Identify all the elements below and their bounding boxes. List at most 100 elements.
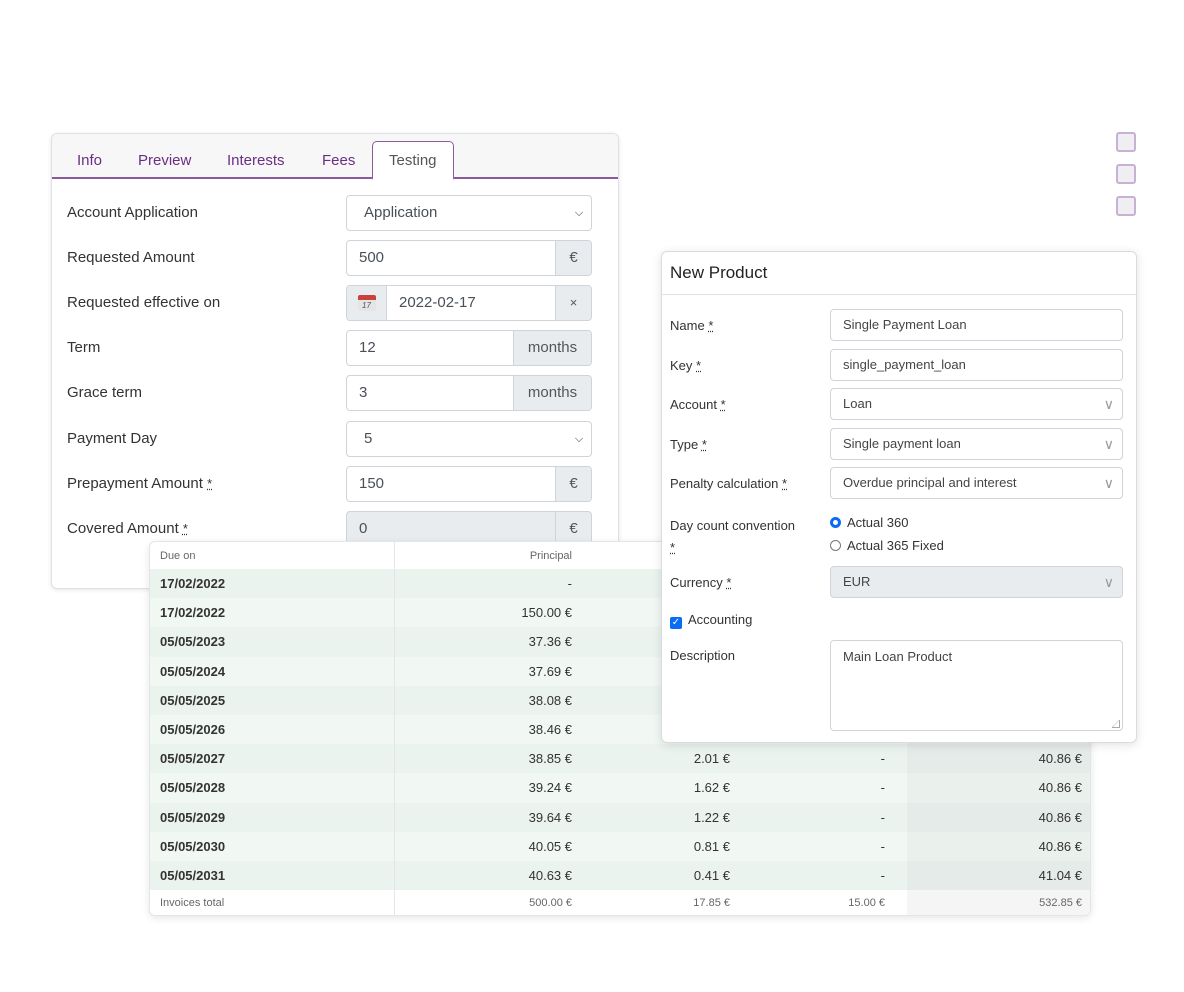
description-textarea[interactable]: Main Loan Product xyxy=(830,640,1123,731)
type-label: Type * xyxy=(670,437,707,452)
term-label: Term xyxy=(67,339,101,356)
cell-fees: - xyxy=(752,744,907,774)
cell-due-on: 05/05/2023 xyxy=(150,627,394,657)
cell-interest: 2.01 € xyxy=(594,744,752,774)
cell-due-on: 17/02/2022 xyxy=(150,569,394,599)
account-application-value: Application xyxy=(364,204,438,221)
tab-fees[interactable]: Fees xyxy=(322,142,355,179)
penalty-calculation-select[interactable]: Overdue principal and interest ∨ xyxy=(830,467,1123,499)
totals-label: Invoices total xyxy=(150,890,394,915)
total-principal: 500.00 € xyxy=(393,890,594,915)
cell-interest: 1.62 € xyxy=(594,773,752,803)
key-label: Key * xyxy=(670,358,702,373)
term-value: 12 xyxy=(359,339,376,356)
clear-date-button[interactable]: × xyxy=(555,286,591,320)
cell-principal: 38.46 € xyxy=(393,714,594,745)
covered-amount-label: Covered Amount * xyxy=(67,520,188,537)
cell-due-on: 05/05/2028 xyxy=(150,773,394,803)
radio-actual-360[interactable]: Actual 360 xyxy=(830,515,908,530)
total-fees: 15.00 € xyxy=(752,890,907,915)
day-count-convention-label: Day count convention * xyxy=(670,518,796,555)
grace-term-value: 3 xyxy=(359,384,368,401)
table-row: 05/05/2031 40.63 €0.41 € -41.04 € xyxy=(150,860,1090,891)
grace-term-label: Grace term xyxy=(67,384,143,401)
months-addon: months xyxy=(513,331,591,365)
cell-total: 40.86 € xyxy=(907,773,1090,803)
requested-amount-row: Requested Amount 500 € xyxy=(67,240,592,276)
required-marker: * xyxy=(182,521,188,536)
cell-principal: 38.85 € xyxy=(393,744,594,774)
chevron-down-icon: ∨ xyxy=(1103,436,1114,452)
cell-due-on: 05/05/2027 xyxy=(150,744,394,774)
name-input[interactable]: Single Payment Loan xyxy=(830,309,1123,341)
cell-due-on: 05/05/2026 xyxy=(150,714,394,745)
key-input[interactable]: single_payment_loan xyxy=(830,349,1123,381)
cell-principal: 37.36 € xyxy=(393,627,594,657)
cell-fees: - xyxy=(752,860,907,891)
payment-day-value: 5 xyxy=(364,430,373,447)
cell-due-on: 17/02/2022 xyxy=(150,598,394,628)
chevron-down-icon: ⌵ xyxy=(574,433,584,445)
testing-card: Info Preview Interests Fees Testing Acco… xyxy=(51,133,619,589)
tab-testing[interactable]: Testing xyxy=(372,141,454,180)
months-addon: months xyxy=(513,376,591,410)
column-header-due-on: Due on xyxy=(160,549,196,562)
grace-term-row: Grace term 3 months xyxy=(67,375,592,411)
prepayment-amount-input[interactable]: 150 € xyxy=(346,466,592,502)
tab-bar: Info Preview Interests Fees Testing xyxy=(52,134,618,180)
total-interest: 17.85 € xyxy=(594,890,752,915)
term-row: Term 12 months xyxy=(67,330,592,366)
tab-interests[interactable]: Interests xyxy=(227,142,285,179)
side-checkbox-1[interactable] xyxy=(1116,132,1136,152)
chevron-down-icon: ∨ xyxy=(1103,396,1114,412)
side-checkbox-2[interactable] xyxy=(1116,164,1136,184)
required-marker: * xyxy=(207,476,213,491)
cell-principal: 40.63 € xyxy=(393,860,594,891)
requested-amount-label: Requested Amount xyxy=(67,249,195,266)
grace-term-input[interactable]: 3 months xyxy=(346,375,592,411)
penalty-calculation-label: Penalty calculation * xyxy=(670,476,788,491)
total-amount: 532.85 € xyxy=(907,890,1090,915)
column-header-principal: Principal xyxy=(393,542,594,569)
tab-info[interactable]: Info xyxy=(77,142,102,179)
cell-principal: - xyxy=(393,569,594,599)
type-select[interactable]: Single payment loan ∨ xyxy=(830,428,1123,460)
requested-effective-on-row: Requested effective on 17 2022-02-17 × xyxy=(67,285,592,321)
radio-unselected-icon xyxy=(830,540,841,551)
cell-total: 40.86 € xyxy=(907,802,1090,832)
side-checkbox-3[interactable] xyxy=(1116,196,1136,216)
cell-due-on: 05/05/2024 xyxy=(150,656,394,686)
account-application-select[interactable]: Application ⌵ xyxy=(346,195,592,231)
resize-handle-icon[interactable] xyxy=(1112,720,1120,728)
radio-actual-365-fixed[interactable]: Actual 365 Fixed xyxy=(830,538,944,553)
cell-total: 40.86 € xyxy=(907,744,1090,774)
cell-interest: 1.22 € xyxy=(594,802,752,832)
requested-effective-on-value: 2022-02-17 xyxy=(399,294,476,311)
description-label: Description xyxy=(670,648,736,663)
prepayment-amount-label: Prepayment Amount * xyxy=(67,475,213,492)
cell-principal: 40.05 € xyxy=(393,831,594,861)
cell-principal: 150.00 € xyxy=(393,598,594,628)
table-row: 05/05/2028 39.24 €1.62 € -40.86 € xyxy=(150,773,1090,803)
cell-principal: 39.24 € xyxy=(393,773,594,803)
new-product-modal: New Product Name * Single Payment Loan K… xyxy=(661,251,1137,743)
calendar-icon: 17 xyxy=(357,295,376,311)
requested-effective-on-datepicker[interactable]: 17 2022-02-17 × xyxy=(346,285,592,321)
requested-amount-input[interactable]: 500 € xyxy=(346,240,592,276)
prepayment-amount-value: 150 xyxy=(359,475,385,492)
calendar-button[interactable]: 17 xyxy=(347,286,387,320)
tab-preview[interactable]: Preview xyxy=(138,142,191,179)
account-label: Account * xyxy=(670,397,726,412)
payment-day-select[interactable]: 5 ⌵ xyxy=(346,421,592,457)
requested-effective-on-label: Requested effective on xyxy=(67,294,221,311)
cell-interest: 0.81 € xyxy=(594,831,752,861)
cell-fees: - xyxy=(752,831,907,861)
account-select[interactable]: Loan ∨ xyxy=(830,388,1123,420)
euro-addon: € xyxy=(555,467,591,501)
accounting-checkbox[interactable]: ✓ Accounting xyxy=(670,612,752,629)
prepayment-amount-row: Prepayment Amount * 150 € xyxy=(67,466,592,502)
radio-selected-icon xyxy=(830,517,841,528)
cell-due-on: 05/05/2031 xyxy=(150,860,394,891)
term-input[interactable]: 12 months xyxy=(346,330,592,366)
name-label: Name * xyxy=(670,318,714,333)
